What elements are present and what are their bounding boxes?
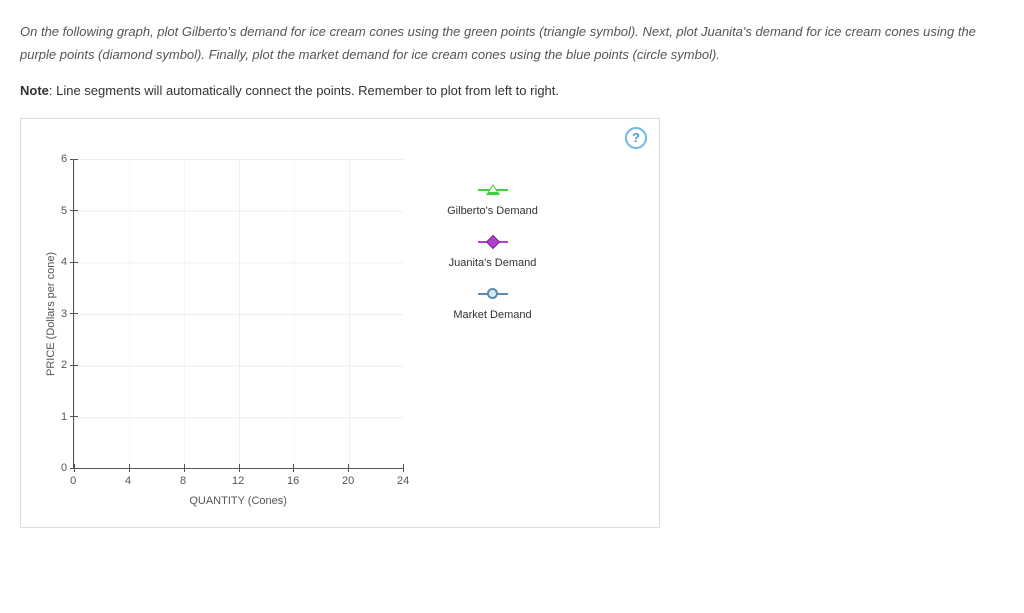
x-tick: 20 [342, 475, 354, 487]
x-tick: 24 [397, 475, 409, 487]
legend-item-market[interactable]: Market Demand [443, 283, 542, 325]
x-tick: 16 [287, 475, 299, 487]
note-body: : Line segments will automatically conne… [49, 83, 559, 98]
legend: Gilberto's Demand Juanita's Demand Marke… [403, 159, 542, 507]
y-tick: 4 [61, 262, 67, 263]
y-tick: 2 [61, 365, 67, 366]
x-tick: 8 [180, 475, 186, 487]
plot-area[interactable]: 0 4 8 12 16 20 24 QUANTITY (Cones) [73, 159, 403, 507]
y-tick: 3 [61, 313, 67, 314]
chart-container: ? PRICE (Dollars per cone) 6 5 4 3 2 1 0 [20, 118, 660, 528]
y-axis-label: PRICE (Dollars per cone) [41, 159, 61, 469]
y-tick: 5 [61, 210, 67, 211]
x-axis-label: QUANTITY (Cones) [73, 495, 403, 507]
legend-label: Gilberto's Demand [447, 205, 538, 217]
x-tick: 0 [70, 475, 76, 487]
legend-item-gilberto[interactable]: Gilberto's Demand [443, 179, 542, 221]
y-tick: 0 [61, 468, 67, 469]
legend-label: Juanita's Demand [449, 257, 537, 269]
legend-label: Market Demand [453, 309, 531, 321]
chart-left: PRICE (Dollars per cone) 6 5 4 3 2 1 0 [41, 159, 73, 507]
diamond-icon [478, 235, 508, 249]
y-tick: 6 [61, 159, 67, 160]
y-tick: 1 [61, 416, 67, 417]
x-tick: 4 [125, 475, 131, 487]
circle-icon [478, 287, 508, 301]
chart-body: PRICE (Dollars per cone) 6 5 4 3 2 1 0 [31, 129, 649, 517]
help-button[interactable]: ? [625, 127, 647, 149]
triangle-icon [478, 183, 508, 197]
legend-item-juanita[interactable]: Juanita's Demand [443, 231, 542, 273]
note-prefix: Note [20, 83, 49, 98]
plot-grid[interactable] [73, 159, 403, 469]
instructions-paragraph-1: On the following graph, plot Gilberto's … [20, 24, 976, 62]
x-tick: 12 [232, 475, 244, 487]
note-text: Note: Line segments will automatically c… [20, 83, 1004, 98]
instructions-text: On the following graph, plot Gilberto's … [20, 20, 1004, 67]
